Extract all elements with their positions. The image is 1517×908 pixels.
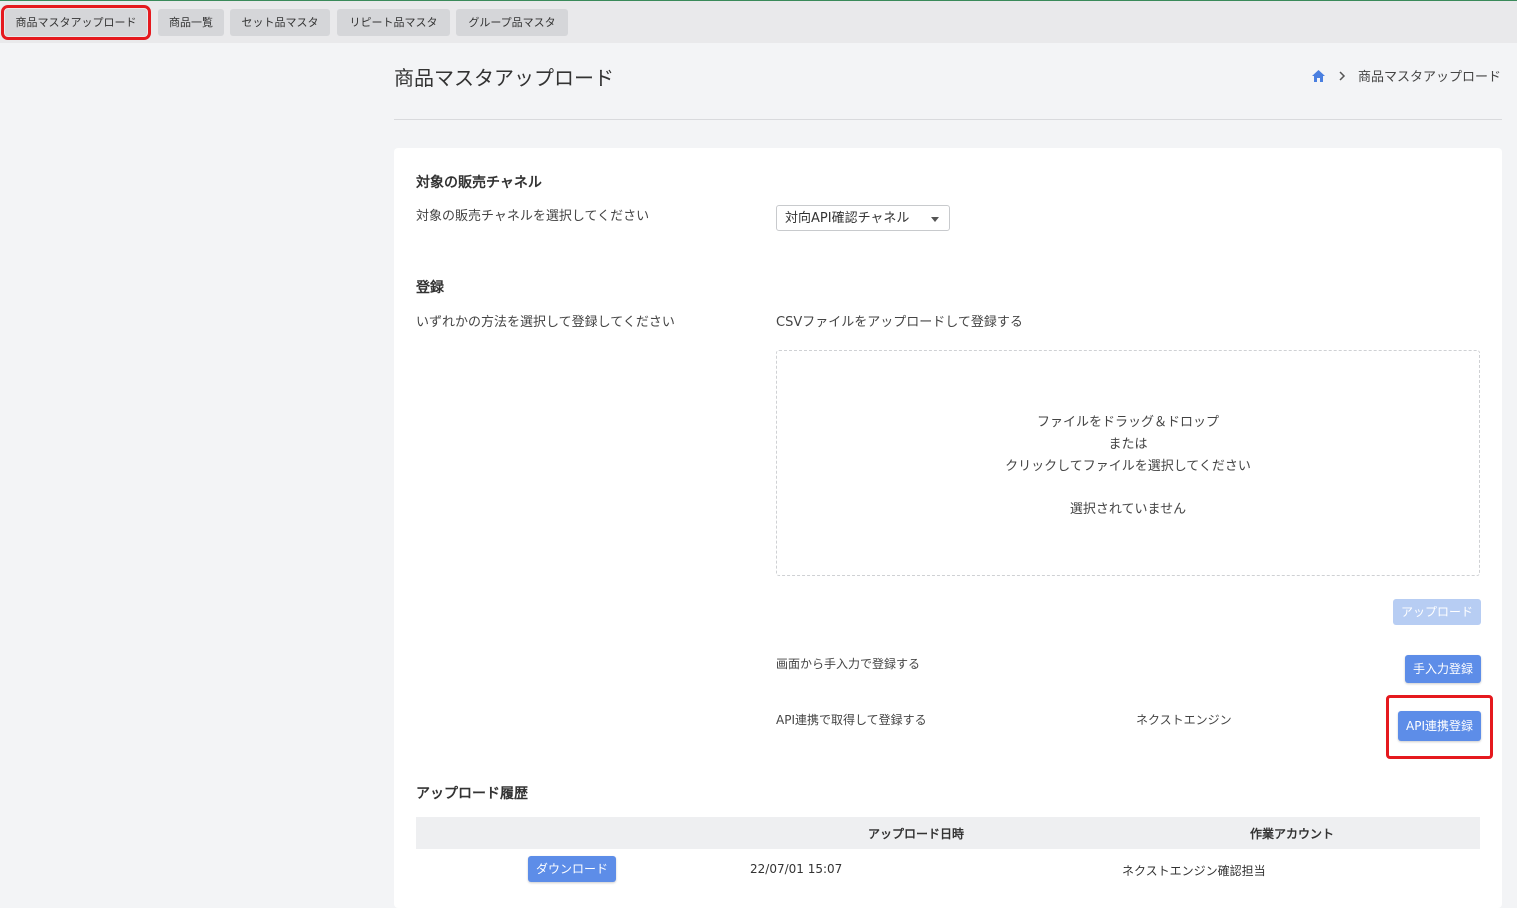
column-account: 作業アカウント: [1250, 827, 1335, 841]
header-divider: [394, 119, 1502, 120]
tab-set-product-master[interactable]: セット品マスタ: [230, 9, 330, 36]
csv-upload-label: CSVファイルをアップロードして登録する: [776, 315, 1023, 330]
api-service-name: ネクストエンジン: [1136, 713, 1232, 727]
channel-select[interactable]: 対向API確認チャネル: [776, 205, 950, 231]
tab-group-product-master[interactable]: グループ品マスタ: [456, 9, 568, 36]
breadcrumb: 商品マスタアップロード: [1311, 66, 1501, 85]
tab-product-list[interactable]: 商品一覧: [158, 9, 224, 36]
chevron-right-icon: [1338, 70, 1346, 81]
tab-repeat-product-master[interactable]: リピート品マスタ: [337, 9, 450, 36]
column-upload-datetime: アップロード日時: [868, 827, 965, 841]
top-tab-bar: 商品マスタアップロード 商品一覧 セット品マスタ リピート品マスタ グループ品マ…: [0, 0, 1517, 43]
main-card: 対象の販売チャネル 対象の販売チャネルを選択してください 対向API確認チャネル…: [394, 148, 1502, 908]
caret-down-icon: [931, 217, 939, 222]
history-table-header: アップロード日時 作業アカウント: [416, 817, 1480, 849]
row-account: ネクストエンジン確認担当: [1122, 864, 1266, 878]
api-register-label: API連携で取得して登録する: [776, 713, 927, 727]
breadcrumb-current: 商品マスタアップロード: [1357, 70, 1501, 85]
manual-register-label: 画面から手入力で登録する: [776, 657, 921, 671]
upload-button[interactable]: アップロード: [1393, 599, 1481, 625]
tab-product-master-upload[interactable]: 商品マスタアップロード: [1, 5, 151, 40]
register-section-title: 登録: [416, 280, 444, 296]
home-icon[interactable]: [1311, 69, 1326, 83]
dropzone-status: 選択されていません: [1069, 502, 1187, 517]
file-dropzone[interactable]: ファイルをドラッグ＆ドロップ または クリックしてファイルを選択してください 選…: [776, 350, 1480, 576]
channel-section-title: 対象の販売チャネル: [416, 175, 542, 191]
download-button[interactable]: ダウンロード: [528, 856, 616, 882]
dropzone-line2: または: [1108, 437, 1148, 452]
api-register-button[interactable]: API連携登録: [1398, 711, 1481, 741]
channel-select-value: 対向API確認チャネル: [785, 211, 910, 226]
manual-register-button[interactable]: 手入力登録: [1405, 655, 1481, 683]
dropzone-line3: クリックしてファイルを選択してください: [1005, 459, 1251, 474]
row-datetime: 22/07/01 15:07: [750, 862, 843, 876]
history-section-title: アップロード履歴: [416, 786, 528, 802]
dropzone-line1: ファイルをドラッグ＆ドロップ: [1036, 415, 1219, 430]
channel-instruction: 対象の販売チャネルを選択してください: [416, 209, 650, 224]
page-title: 商品マスタアップロード: [394, 66, 614, 90]
register-instruction: いずれかの方法を選択して登録してください: [416, 315, 675, 330]
table-row: ダウンロード 22/07/01 15:07 ネクストエンジン確認担当: [416, 849, 1480, 889]
